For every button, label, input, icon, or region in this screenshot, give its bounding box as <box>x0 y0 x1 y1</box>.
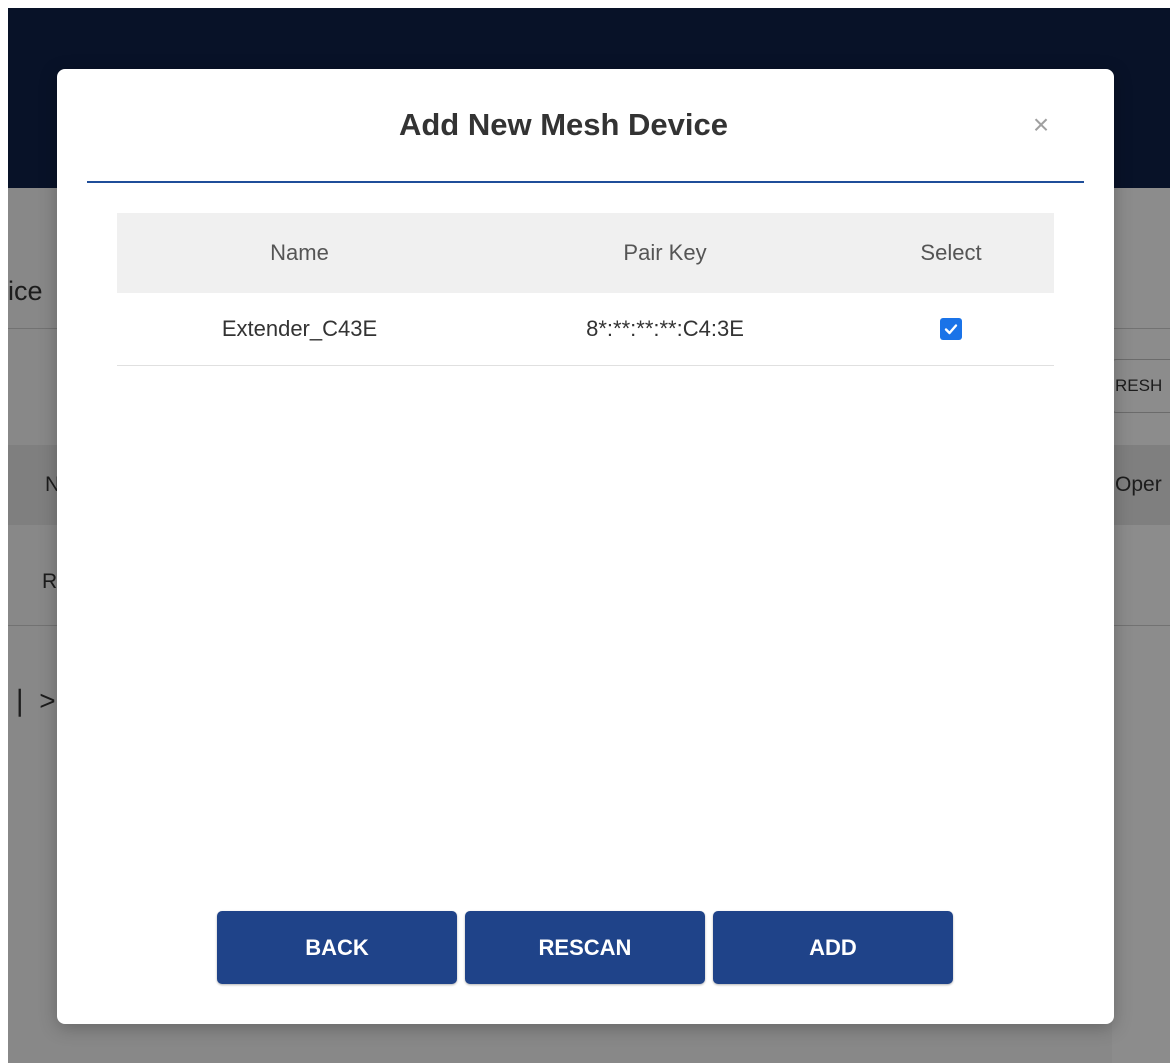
device-name: Extender_C43E <box>221 316 378 341</box>
add-mesh-device-dialog: Add New Mesh Device × Name Pair Key Sele… <box>57 69 1114 1024</box>
select-cell <box>848 318 1054 340</box>
table-header: Name Pair Key Select <box>117 213 1054 293</box>
title-divider <box>87 181 1084 183</box>
close-icon[interactable]: × <box>1025 109 1057 141</box>
header-name: Name <box>270 240 329 265</box>
header-pair-key: Pair Key <box>623 240 707 265</box>
device-pair-key: 8*:**:**:**:C4:3E <box>586 316 744 341</box>
rescan-button[interactable]: RESCAN <box>465 911 705 984</box>
dialog-title: Add New Mesh Device <box>398 107 729 142</box>
left-edge-strip <box>0 0 8 1063</box>
back-button[interactable]: BACK <box>217 911 457 984</box>
page: ice RESH N Oper R ❘ > Add New Mesh Devic… <box>0 0 1170 1063</box>
header-select: Select <box>920 240 982 265</box>
add-button[interactable]: ADD <box>713 911 953 984</box>
table-row: Extender_C43E 8*:**:**:**:C4:3E <box>117 293 1054 366</box>
top-edge-strip <box>0 0 1170 8</box>
device-select-checkbox[interactable] <box>940 318 962 340</box>
checkmark-icon <box>944 324 958 335</box>
dialog-actions: BACK RESCAN ADD <box>217 911 954 984</box>
device-table: Name Pair Key Select Extender_C43E 8*:**… <box>117 213 1054 366</box>
